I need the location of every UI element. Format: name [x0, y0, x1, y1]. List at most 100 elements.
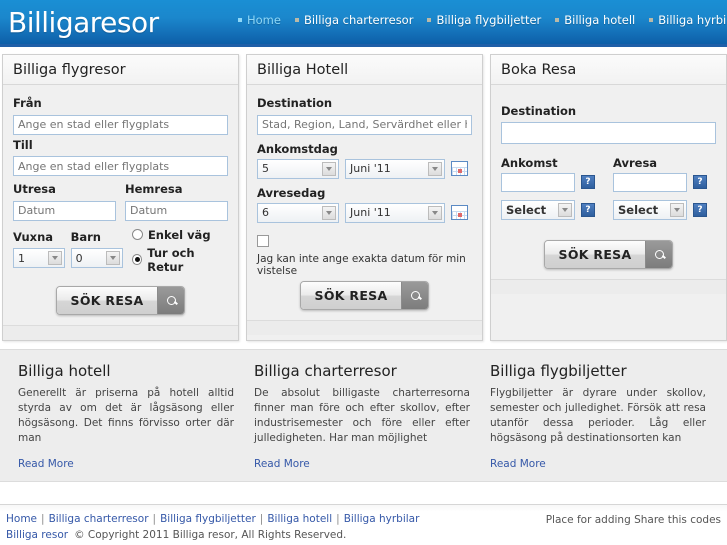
radio-option-roundtrip[interactable]: Tur och Retur [131, 246, 228, 274]
panel-billiga-flygresor: Billiga flygresor Från Till Utresa Hemre… [2, 54, 239, 341]
return-date-input[interactable] [125, 200, 228, 221]
search-panels-row: Billiga flygresor Från Till Utresa Hemre… [0, 47, 727, 341]
footer-link-hyrbilar[interactable]: Billiga hyrbilar [344, 513, 420, 525]
label-barn: Barn [70, 229, 101, 244]
departure-month-select[interactable]: Juni '11 [345, 202, 445, 223]
label-fran: Från [13, 96, 42, 110]
nav-item-home[interactable]: Home [238, 13, 281, 27]
label-avresedag: Avresedag [257, 185, 326, 200]
booking-arrival-select-value: Select [506, 202, 547, 217]
search-button-hotell[interactable]: SÖK RESA [299, 280, 430, 310]
help-icon[interactable]: ? [693, 175, 707, 189]
hotel-destination-input[interactable] [257, 114, 472, 135]
radio-option-oneway[interactable]: Enkel väg [131, 228, 228, 242]
chevron-down-icon [428, 161, 442, 176]
chevron-down-icon [105, 251, 120, 265]
footer-link-charterresor[interactable]: Billiga charterresor [49, 513, 149, 525]
share-placeholder-text: Place for adding Share this codes [545, 514, 721, 527]
calendar-icon[interactable] [451, 205, 468, 220]
chevron-down-icon [670, 202, 684, 217]
articles-section: Billiga hotell Generellt är priserna på … [0, 348, 727, 483]
main-navigation: Home Billiga charterresor Billiga flygbi… [238, 13, 727, 27]
nav-item-hyrbilar[interactable]: Billiga hyrbilar [649, 13, 727, 27]
chevron-down-icon [558, 202, 572, 217]
radio-icon-oneway [131, 229, 143, 240]
calendar-icon[interactable] [451, 161, 468, 176]
article-title: Billiga flygbiljetter [490, 361, 627, 380]
nav-item-flygbiljetter[interactable]: Billiga flygbiljetter [427, 13, 541, 27]
bullet-icon [294, 18, 299, 22]
read-more-link[interactable]: Read More [490, 458, 546, 470]
chevron-down-icon [322, 205, 336, 220]
arrival-month-select[interactable]: Juni '11 [345, 158, 445, 179]
booking-arrival-input[interactable] [501, 172, 575, 192]
nav-item-charterresor[interactable]: Billiga charterresor [294, 13, 413, 27]
search-button-label: SÖK RESA [56, 286, 158, 314]
copyright-text: © Copyright 2011 Billiga resor, All Righ… [74, 529, 347, 542]
booking-destination-input[interactable] [501, 121, 716, 144]
footer-copyright-row: Billiga resor © Copyright 2011 Billiga r… [6, 528, 721, 544]
footer-separator: | [152, 513, 157, 526]
booking-arrival-select[interactable]: Select [501, 199, 575, 220]
footer-separator: | [41, 513, 45, 526]
article-billiga-charterresor: Billiga charterresor De absolut billigas… [244, 362, 480, 472]
flexible-dates-checkbox[interactable] [257, 234, 269, 247]
search-button-boka-resa[interactable]: SÖK RESA [543, 239, 674, 269]
booking-departure-input[interactable] [613, 172, 687, 192]
help-icon[interactable]: ? [693, 202, 707, 217]
to-input[interactable] [13, 156, 228, 176]
site-header: Billigaresor Home Billiga charterresor B… [0, 0, 727, 47]
read-more-link[interactable]: Read More [18, 458, 74, 470]
panel-title-hotell: Billiga Hotell [247, 55, 482, 85]
label-ankomstdag: Ankomstdag [257, 141, 338, 156]
footer-separator: | [259, 513, 264, 526]
article-title: Billiga hotell [18, 361, 111, 380]
panel-title-flygresor: Billiga flygresor [3, 55, 238, 85]
from-input[interactable] [13, 114, 228, 135]
arrival-day-select[interactable]: 5 [257, 158, 339, 179]
footer-separator: | [336, 513, 340, 526]
label-destination-boka: Destination [501, 104, 577, 118]
footer-link-billiga-resor[interactable]: Billiga resor [6, 528, 68, 544]
panel-billiga-hotell: Billiga Hotell Destination Ankomstdag 5 … [246, 54, 483, 341]
help-icon[interactable]: ? [581, 202, 595, 217]
footer-link-home[interactable]: Home [6, 513, 37, 525]
chevron-down-icon [322, 161, 336, 176]
logo-text-secondary: resor [89, 5, 159, 39]
site-logo[interactable]: Billigaresor [0, 6, 159, 39]
footer-link-hotell[interactable]: Billiga hotell [267, 513, 332, 525]
arrival-month-value: Juni '11 [350, 162, 391, 175]
search-button-label: SÖK RESA [544, 240, 646, 268]
panel-footer-hotell [247, 319, 482, 335]
nav-label: Billiga hotell [564, 13, 636, 27]
bullet-icon [238, 18, 242, 22]
bullet-icon [555, 18, 560, 22]
children-select[interactable]: 0 [70, 248, 123, 268]
chevron-down-icon [48, 251, 62, 265]
panel-title-boka-resa: Boka Resa [491, 55, 726, 85]
help-icon[interactable]: ? [581, 175, 595, 189]
footer-link-flygbiljetter[interactable]: Billiga flygbiljetter [160, 513, 256, 525]
nav-label: Billiga flygbiljetter [436, 13, 542, 27]
nav-label: Home [247, 13, 281, 27]
label-utresa: Utresa [13, 182, 56, 196]
bullet-icon [649, 18, 654, 22]
departure-day-select[interactable]: 6 [257, 202, 339, 223]
label-ankomst: Ankomst [501, 155, 558, 170]
booking-departure-select[interactable]: Select [613, 199, 687, 220]
radio-icon-roundtrip [131, 254, 143, 265]
depart-date-input[interactable] [13, 200, 116, 221]
label-till: Till [13, 137, 33, 152]
read-more-link[interactable]: Read More [254, 458, 310, 470]
nav-label: Billiga hyrbilar [658, 13, 727, 27]
nav-item-hotell[interactable]: Billiga hotell [555, 13, 635, 27]
search-button-flygresor[interactable]: SÖK RESA [55, 285, 186, 315]
chevron-down-icon [428, 205, 442, 220]
departure-month-value: Juni '11 [350, 206, 391, 219]
search-icon [401, 281, 429, 309]
article-billiga-hotell: Billiga hotell Generellt är priserna på … [8, 362, 244, 472]
article-billiga-flygbiljetter: Billiga flygbiljetter Flygbiljetter är d… [480, 362, 716, 472]
adults-value: 1 [18, 251, 25, 265]
search-icon [645, 240, 673, 268]
adults-select[interactable]: 1 [13, 248, 65, 268]
